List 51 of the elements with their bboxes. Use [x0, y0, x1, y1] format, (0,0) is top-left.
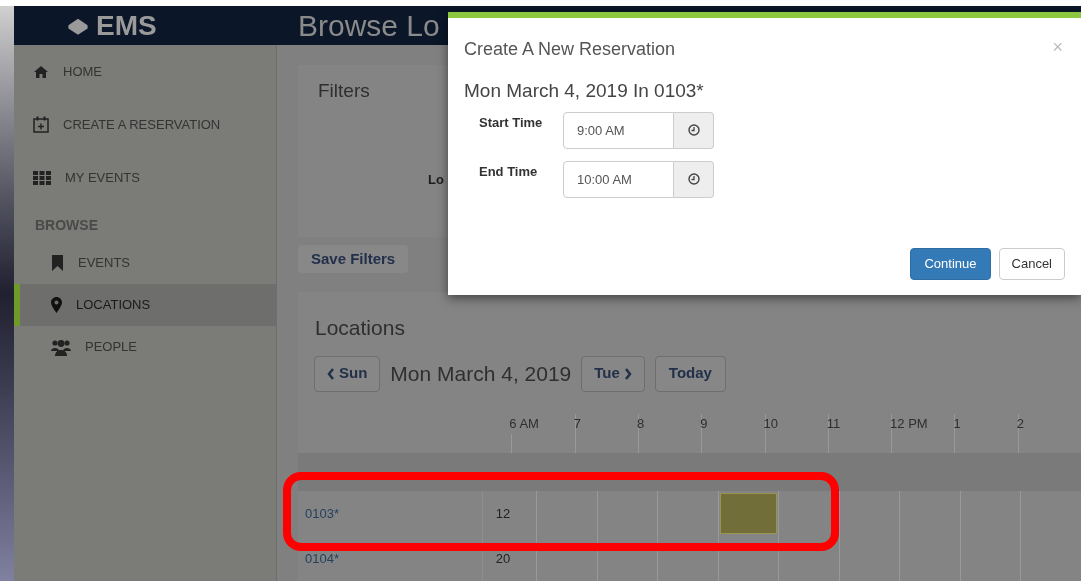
- clock-icon: [687, 124, 700, 136]
- sidebar-item[interactable]: MY EVENTS: [14, 151, 276, 204]
- sidebar-item[interactable]: PEOPLE: [14, 326, 276, 368]
- location-link[interactable]: 0104*: [305, 548, 339, 569]
- hour-label: 8: [636, 414, 645, 433]
- today-button[interactable]: Today: [654, 355, 726, 392]
- field-label: Start Time: [479, 113, 544, 132]
- calendar-plus-icon: [33, 116, 49, 133]
- panel-title: Locations: [315, 315, 405, 341]
- hour-label: 11: [826, 414, 841, 433]
- dialog-title: Create A New Reservation: [464, 38, 676, 61]
- cancel-button[interactable]: Cancel: [998, 248, 1065, 280]
- continue-button[interactable]: Continue: [910, 248, 991, 280]
- time-input[interactable]: 9:00 AM: [563, 111, 674, 149]
- page-title: Browse Lo: [298, 8, 440, 43]
- hour-label: 1: [953, 414, 961, 433]
- field-label: Lo: [428, 170, 444, 189]
- clock-icon: [687, 173, 700, 185]
- field-label: End Time: [479, 162, 539, 181]
- hour-label: 10: [763, 414, 778, 433]
- location-pin-icon: [51, 297, 62, 313]
- location-link[interactable]: 0103*: [305, 503, 339, 524]
- table-cell-text: 12: [495, 504, 511, 523]
- hour-label: 12 PM: [890, 414, 928, 433]
- grid-icon: [33, 170, 51, 185]
- next-day-button[interactable]: Tue: [581, 355, 645, 392]
- clock-button[interactable]: [674, 160, 714, 198]
- sidebar-item[interactable]: CREATE A RESERVATION: [14, 98, 276, 151]
- dialog-subtitle: Mon March 4, 2019 In 0103*: [464, 79, 704, 103]
- sidebar-item[interactable]: EVENTS: [14, 242, 276, 284]
- date-label: Mon March 4, 2019: [390, 360, 572, 387]
- hour-label: 6 AM: [509, 414, 539, 433]
- hour-label: 2: [1016, 414, 1024, 433]
- previous-day-button[interactable]: Sun: [314, 355, 381, 392]
- chevron-right-icon: [623, 367, 632, 380]
- reservation-block[interactable]: [717, 491, 779, 536]
- panel-title: Filters: [318, 79, 370, 103]
- time-input[interactable]: 10:00 AM: [563, 160, 674, 198]
- bookmark-icon: [51, 255, 64, 271]
- home-icon: [33, 64, 49, 79]
- logo-text: EMS: [96, 9, 157, 42]
- clock-button[interactable]: [674, 111, 714, 149]
- sidebar-item[interactable]: HOME: [14, 45, 276, 98]
- hour-label: 9: [700, 414, 708, 433]
- people-icon: [51, 338, 71, 356]
- table-cell-text: 20: [495, 549, 511, 568]
- close-button[interactable]: ×: [1052, 38, 1063, 56]
- hour-label: 7: [573, 414, 581, 433]
- save-filters-button[interactable]: Save Filters: [298, 245, 409, 273]
- sidebar-item[interactable]: LOCATIONS: [14, 284, 276, 326]
- chevron-left-icon: [327, 367, 335, 380]
